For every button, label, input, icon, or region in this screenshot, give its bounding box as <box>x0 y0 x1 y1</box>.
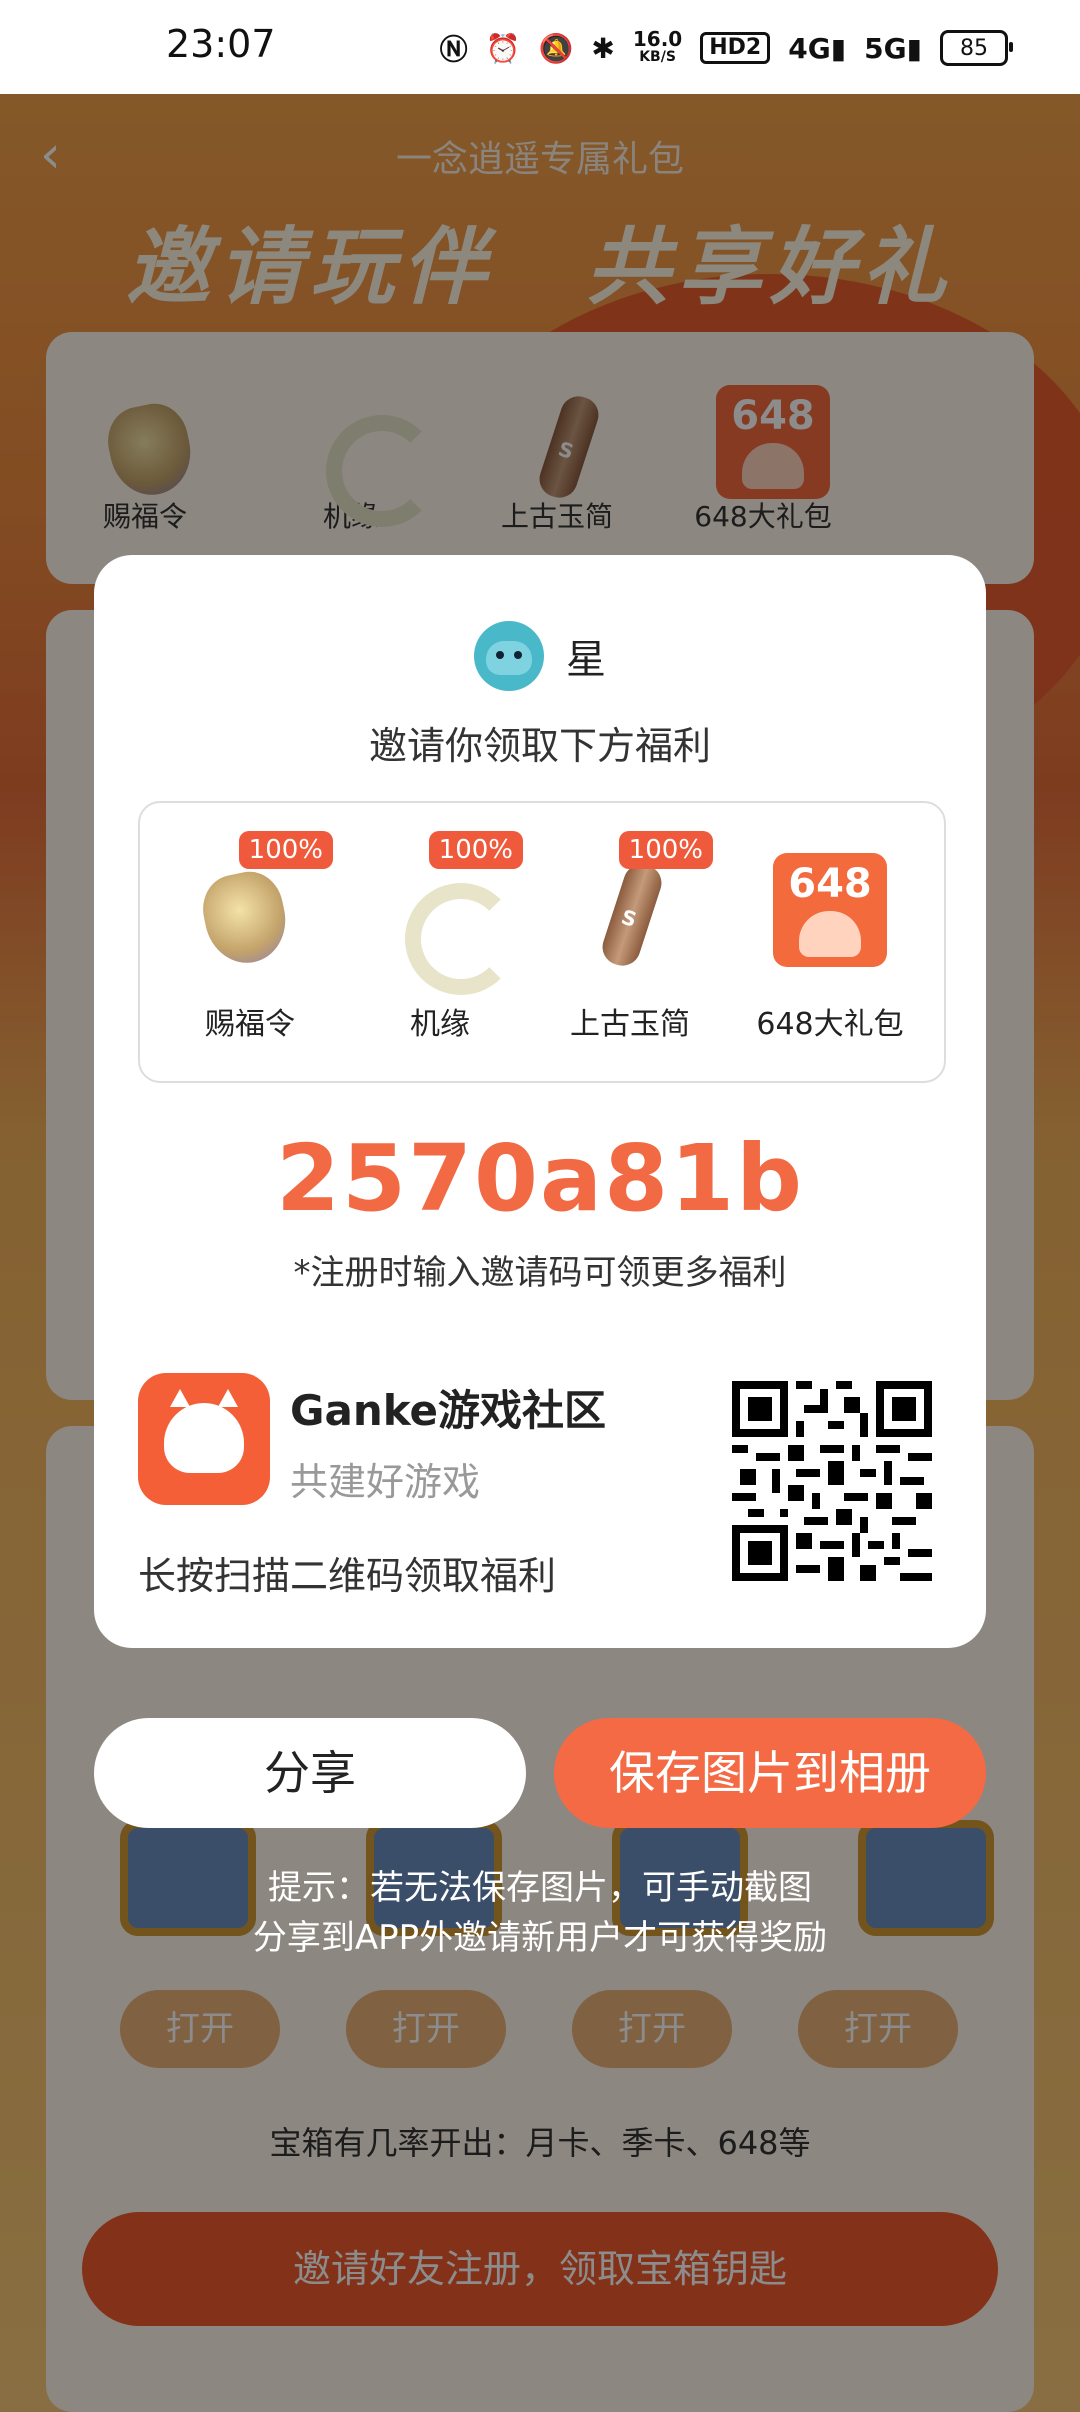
status-icons: Ⓝ ⏰ 🔕 ✱ 16.0 KB/S HD2 4G ▮ 5G ▮ 85 <box>439 27 1013 68</box>
app-logo <box>138 1373 270 1505</box>
gift-token-icon: 100% <box>185 831 333 973</box>
inviter-name: 星 <box>566 637 606 683</box>
speed-value: 16.0 <box>632 27 683 51</box>
signal-4g-icon: 4G ▮ <box>788 31 847 65</box>
inviter-row: 星 <box>94 621 986 691</box>
signal-4g-label: 4G <box>788 31 831 65</box>
signal-5g-icon: 5G ▮ <box>864 31 922 65</box>
gift-badge: 100% <box>428 831 523 869</box>
gift-item: 100% 上古玉简 <box>540 831 720 1043</box>
app-slogan: 共建好游戏 <box>290 1460 481 1504</box>
battery-level: 85 <box>960 35 988 61</box>
invite-text: 邀请你领取下方福利 <box>368 724 711 768</box>
gift-jade-icon: 100% <box>375 831 523 995</box>
battery-icon: 85 <box>940 30 1013 66</box>
gift-badge: 100% <box>618 831 713 869</box>
gift-item: 648 648大礼包 <box>740 843 920 1043</box>
scan-hint: 长按扫描二维码领取福利 <box>138 1554 557 1598</box>
gift-label: 机缘 <box>410 1007 470 1042</box>
avatar <box>474 621 544 691</box>
share-poster-modal: 星 邀请你领取下方福利 100% 赐福令 100% 机缘 100% 上古玉简 <box>94 555 986 1648</box>
save-to-album-button[interactable]: 保存图片到相册 <box>554 1718 986 1828</box>
bluetooth-icon: ✱ <box>591 31 615 65</box>
invite-code: 2570a81b <box>275 1125 805 1232</box>
gift-label: 648大礼包 <box>756 1007 904 1042</box>
alarm-icon: ⏰ <box>485 31 521 65</box>
gift-648-icon: 648 <box>765 843 895 973</box>
gift-label: 赐福令 <box>205 1007 295 1042</box>
gift-scroll-icon: 100% <box>565 831 713 973</box>
status-bar: 23:07 Ⓝ ⏰ 🔕 ✱ 16.0 KB/S HD2 4G ▮ 5G ▮ 85 <box>0 0 1080 94</box>
gift-box: 100% 赐福令 100% 机缘 100% 上古玉简 648 648大礼包 <box>138 801 946 1083</box>
gift-label: 上古玉简 <box>570 1007 690 1042</box>
speed-unit: KB/S <box>639 49 676 65</box>
gift-badge: 100% <box>238 831 333 869</box>
mute-icon: 🔕 <box>538 31 574 65</box>
tip-line-2: 分享到APP外邀请新用户才可获得奖励 <box>252 1918 828 1958</box>
network-speed: 16.0 KB/S <box>632 27 683 66</box>
signal-5g-label: 5G <box>864 31 907 65</box>
gift-item: 100% 赐福令 <box>160 831 340 1043</box>
qr-code[interactable] <box>732 1381 932 1581</box>
hd-icon: HD2 <box>700 32 771 64</box>
invite-code-note: *注册时输入邀请码可领更多福利 <box>293 1253 787 1293</box>
gift-item: 100% 机缘 <box>350 831 530 1043</box>
app-name: Ganke游戏社区 <box>290 1386 607 1435</box>
tip-line-1: 提示：若无法保存图片，可手动截图 <box>268 1868 812 1908</box>
share-button[interactable]: 分享 <box>94 1718 526 1828</box>
status-time: 23:07 <box>166 22 276 66</box>
nfc-icon: Ⓝ <box>439 33 468 66</box>
